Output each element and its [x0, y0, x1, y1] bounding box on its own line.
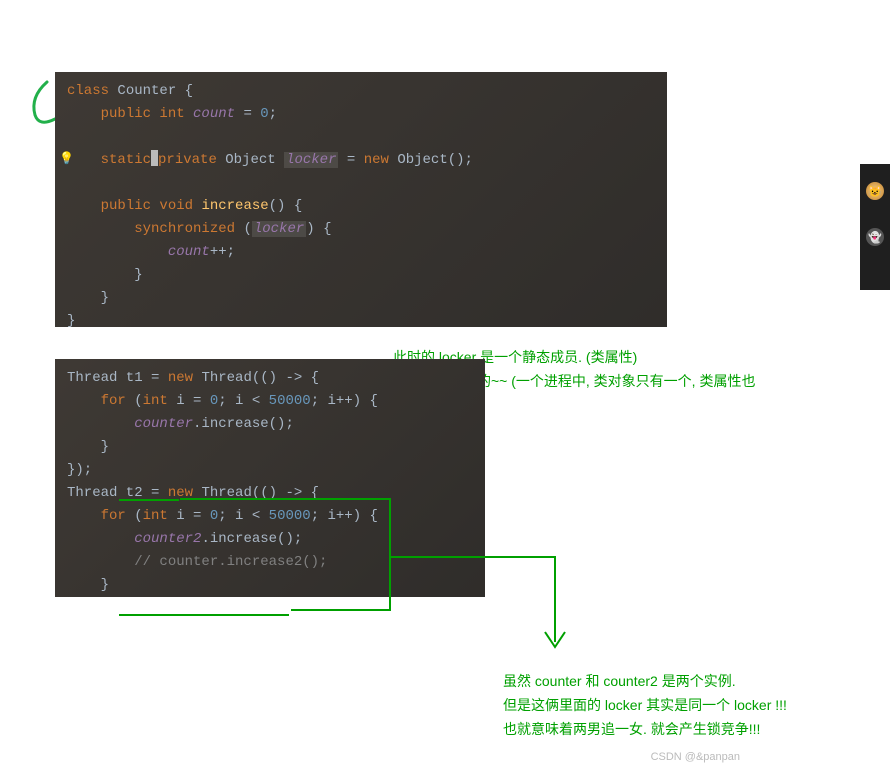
code-content-1: class Counter { public int count = 0; st… — [55, 72, 667, 327]
code-content-2: Thread t1 = new Thread(() -> { for (int … — [55, 359, 485, 597]
side-toolbar: 😺 👻 — [860, 164, 890, 290]
underline-counter — [119, 499, 179, 501]
code-block-2: Thread t1 = new Thread(() -> { for (int … — [55, 359, 485, 597]
annotation-2: 虽然 counter 和 counter2 是两个实例.但是这俩里面的 lock… — [503, 669, 873, 741]
code-block-1: 💡 class Counter { public int count = 0; … — [55, 72, 667, 327]
ghost-icon[interactable]: 👻 — [866, 228, 884, 246]
underline-counter2 — [119, 614, 289, 616]
lightbulb-icon: 💡 — [59, 148, 74, 171]
watermark: CSDN @&panpan — [651, 751, 740, 763]
face-icon[interactable]: 😺 — [866, 182, 884, 200]
